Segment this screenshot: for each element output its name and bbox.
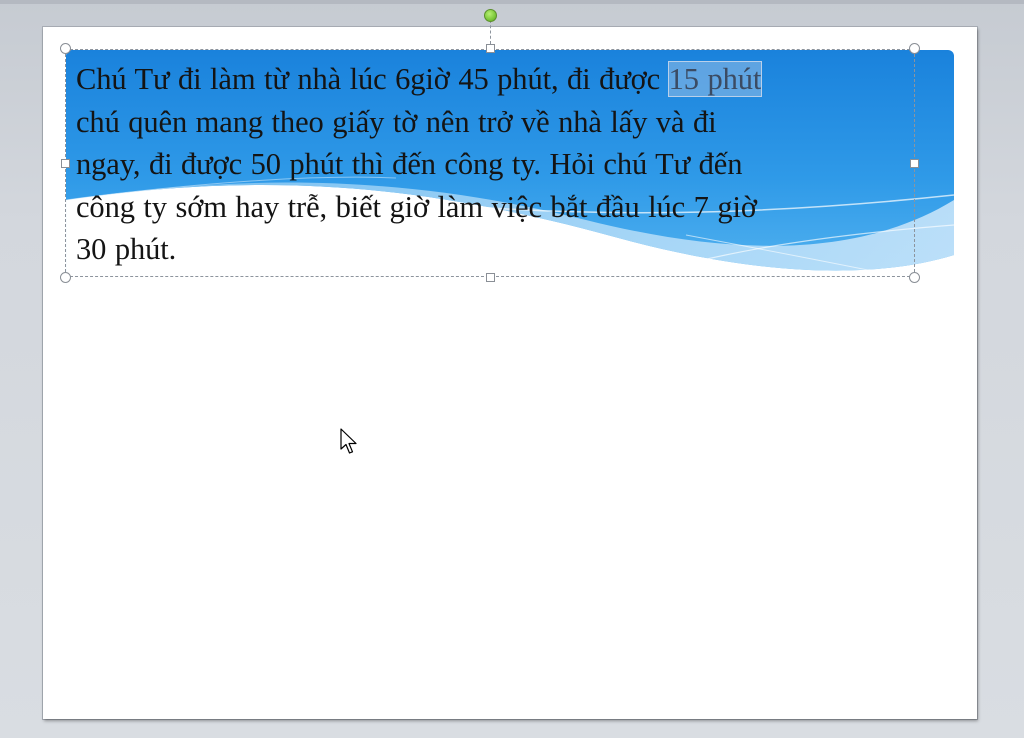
rotate-handle-icon[interactable]: [484, 9, 497, 22]
text-line-4: công ty sớm hay trễ, biết giờ làm việc b…: [76, 189, 757, 224]
resize-handle-bottom-right[interactable]: [909, 272, 920, 283]
resize-handle-top[interactable]: [486, 44, 495, 53]
text-placeholder-box[interactable]: Chú Tư đi làm từ nhà lúc 6giờ 45 phút, đ…: [65, 49, 915, 277]
selected-text[interactable]: 15 phút: [667, 61, 763, 97]
text-line-3: ngay, đi được 50 phút thì đến công ty. H…: [76, 147, 743, 182]
mouse-pointer-icon: [340, 428, 358, 461]
window-top-edge: [0, 0, 1024, 4]
resize-handle-bottom-left[interactable]: [60, 272, 71, 283]
text-line-5: 30 phút.: [76, 232, 177, 267]
resize-handle-top-left[interactable]: [60, 43, 71, 54]
rotate-connector-line: [490, 20, 491, 44]
resize-handle-left[interactable]: [61, 159, 70, 168]
resize-handle-right[interactable]: [910, 159, 919, 168]
resize-handle-bottom[interactable]: [486, 273, 495, 282]
text-line-1: Chú Tư đi làm từ nhà lúc 6giờ 45 phút, đ…: [76, 62, 669, 96]
resize-handle-top-right[interactable]: [909, 43, 920, 54]
text-line-2: chú quên mang theo giấy tờ nên trở về nh…: [76, 104, 717, 139]
problem-text[interactable]: Chú Tư đi làm từ nhà lúc 6giờ 45 phút, đ…: [76, 58, 906, 271]
